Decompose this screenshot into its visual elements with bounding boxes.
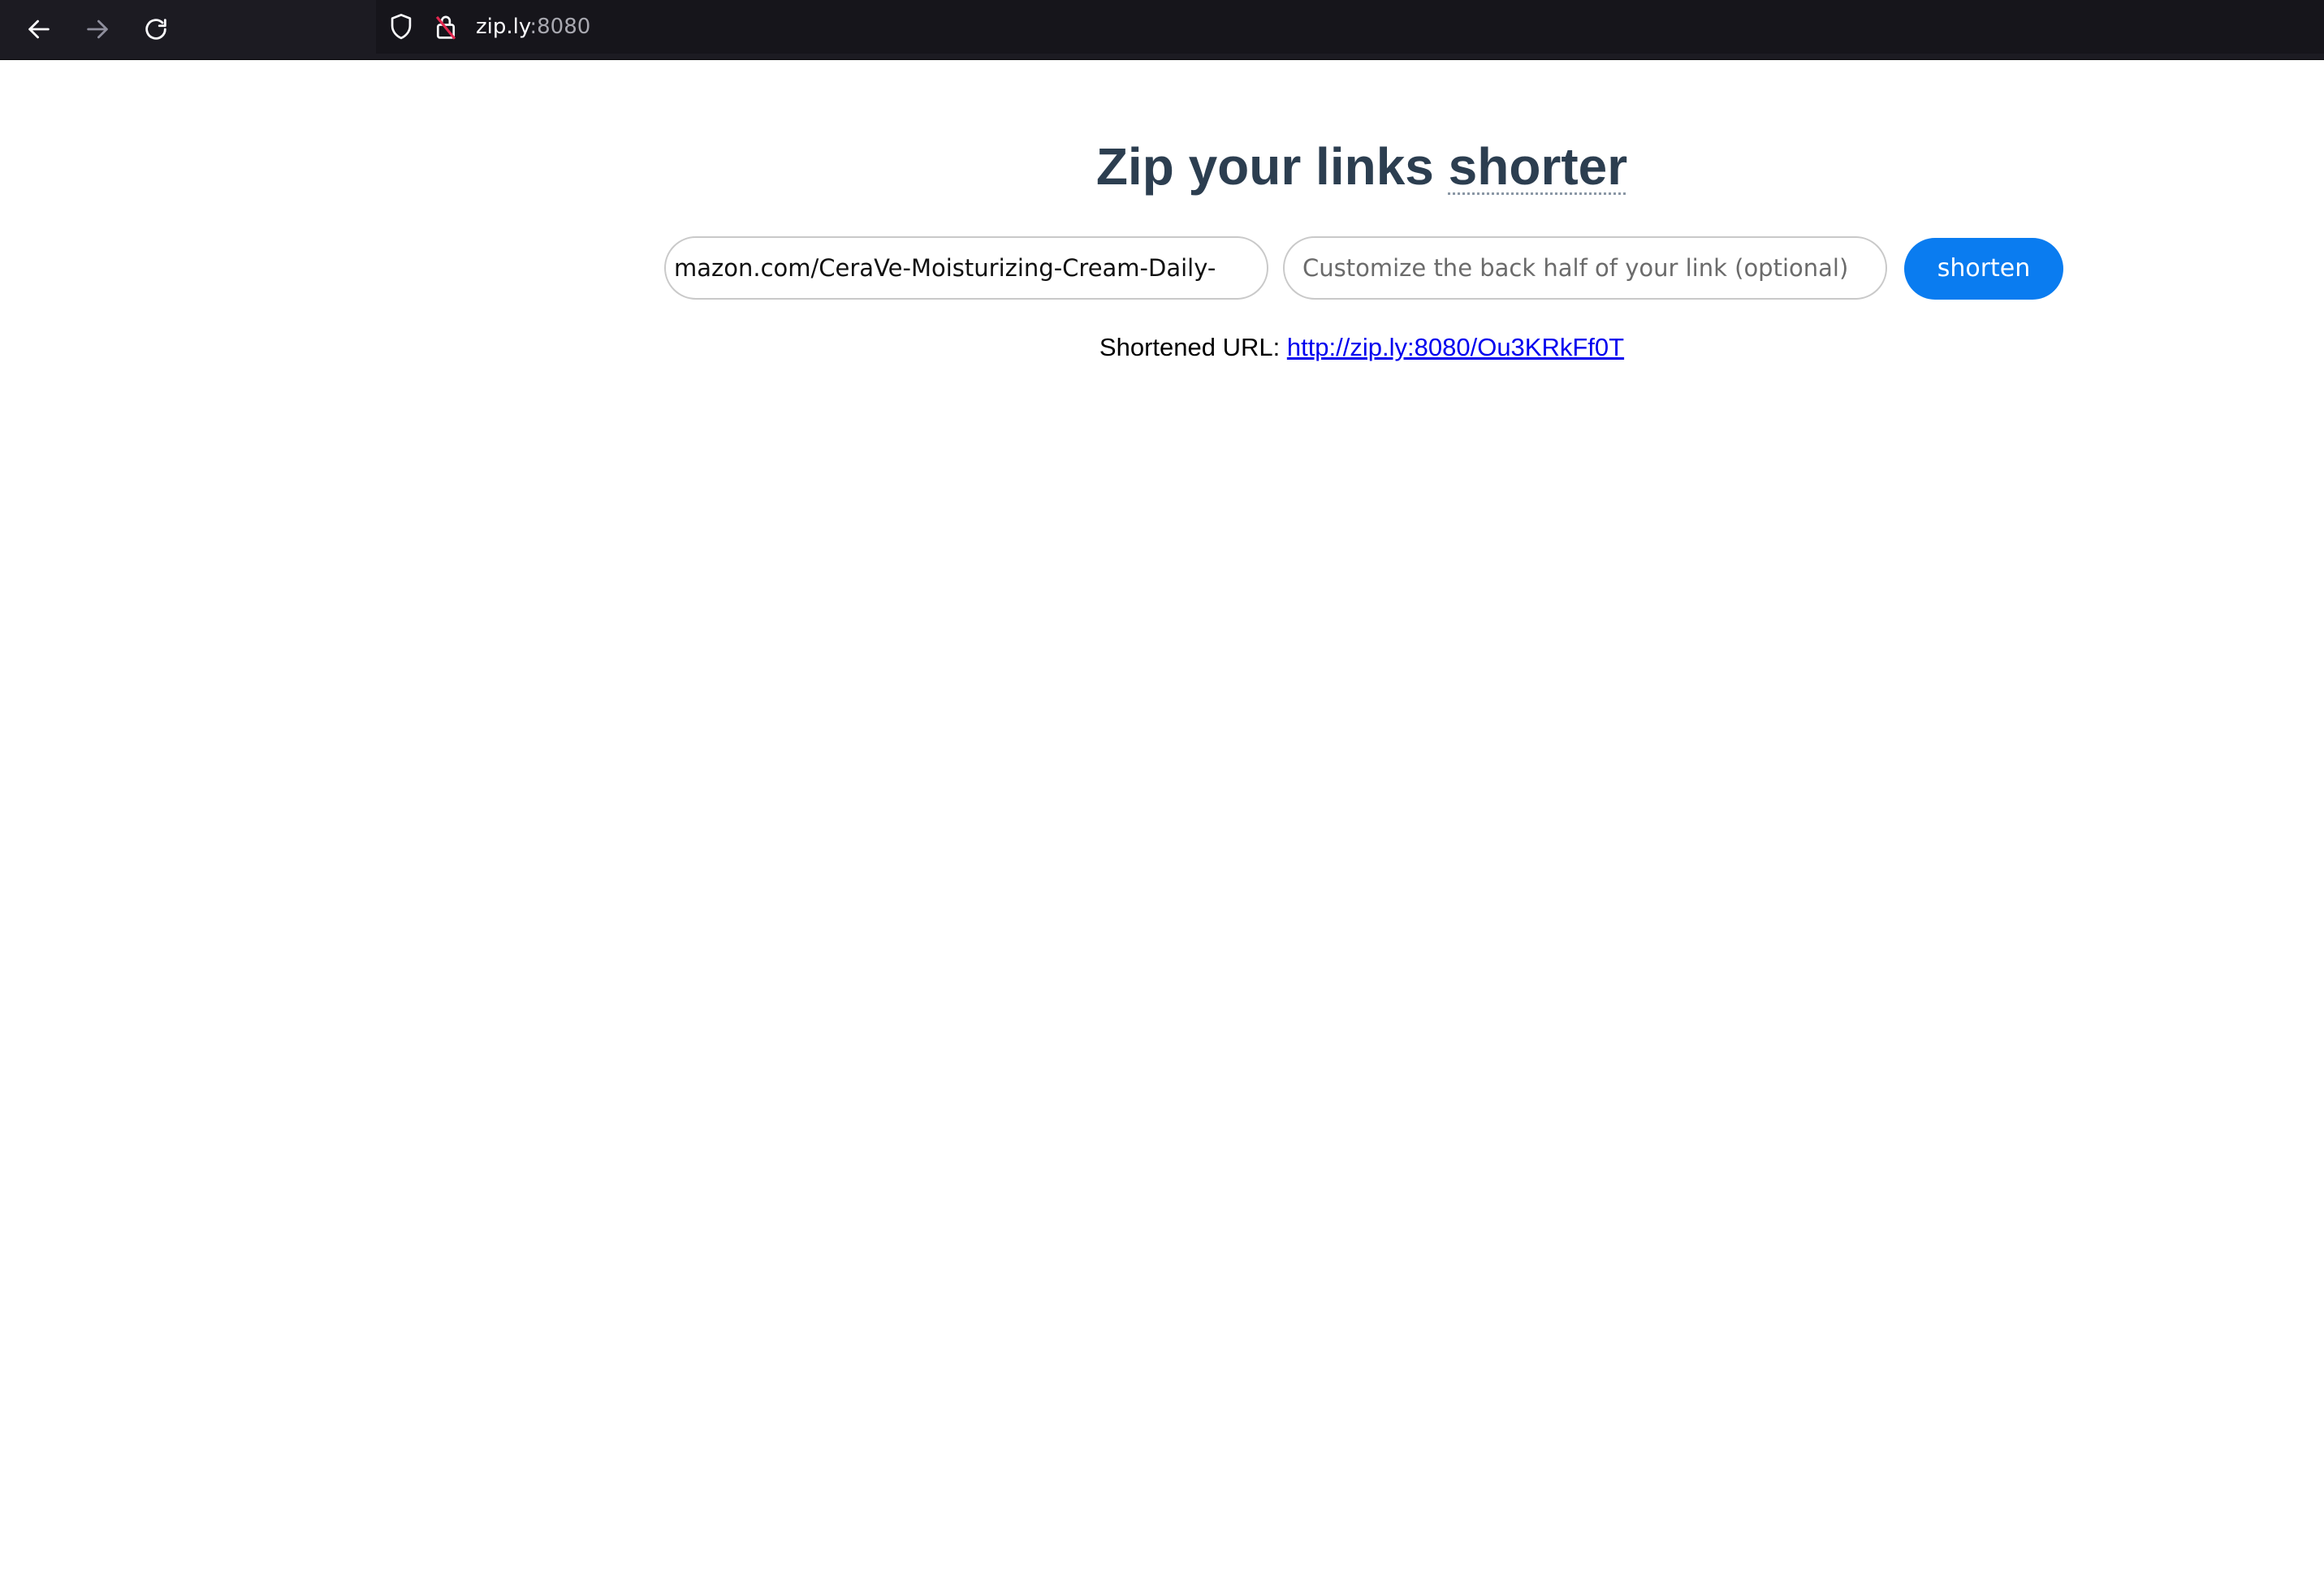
url-bar[interactable] xyxy=(376,0,2324,54)
custom-alias-input[interactable]: Customize the back half of your link (op… xyxy=(1283,236,1887,300)
arrow-left-icon xyxy=(25,15,53,43)
forward-button[interactable] xyxy=(78,10,117,49)
page-title: Zip your links shorter xyxy=(0,134,2324,199)
reload-icon xyxy=(142,15,170,43)
long-url-input[interactable]: mazon.com/CeraVe-Moisturizing-Cream-Dail… xyxy=(664,236,1268,300)
browser-toolbar: zip.ly:8080 xyxy=(0,0,2324,60)
url-port: :8080 xyxy=(529,15,591,39)
shortened-url-result: Shortened URL: http://zip.ly:8080/Ou3KRk… xyxy=(0,333,2324,362)
insecure-lock-icon[interactable] xyxy=(430,11,461,42)
back-button[interactable] xyxy=(19,10,58,49)
title-accent: shorter xyxy=(1448,137,1628,196)
title-main: Zip your links xyxy=(1095,137,1434,196)
shortened-url-link[interactable]: http://zip.ly:8080/Ou3KRkFf0T xyxy=(1287,333,1624,361)
arrow-right-icon xyxy=(84,15,111,43)
shield-icon[interactable] xyxy=(386,11,417,42)
url-text[interactable]: zip.ly:8080 xyxy=(476,11,590,42)
shorten-button[interactable]: shorten xyxy=(1904,238,2063,300)
url-host: zip.ly xyxy=(476,15,530,39)
reload-button[interactable] xyxy=(136,10,175,49)
result-label: Shortened URL: xyxy=(1099,333,1281,361)
